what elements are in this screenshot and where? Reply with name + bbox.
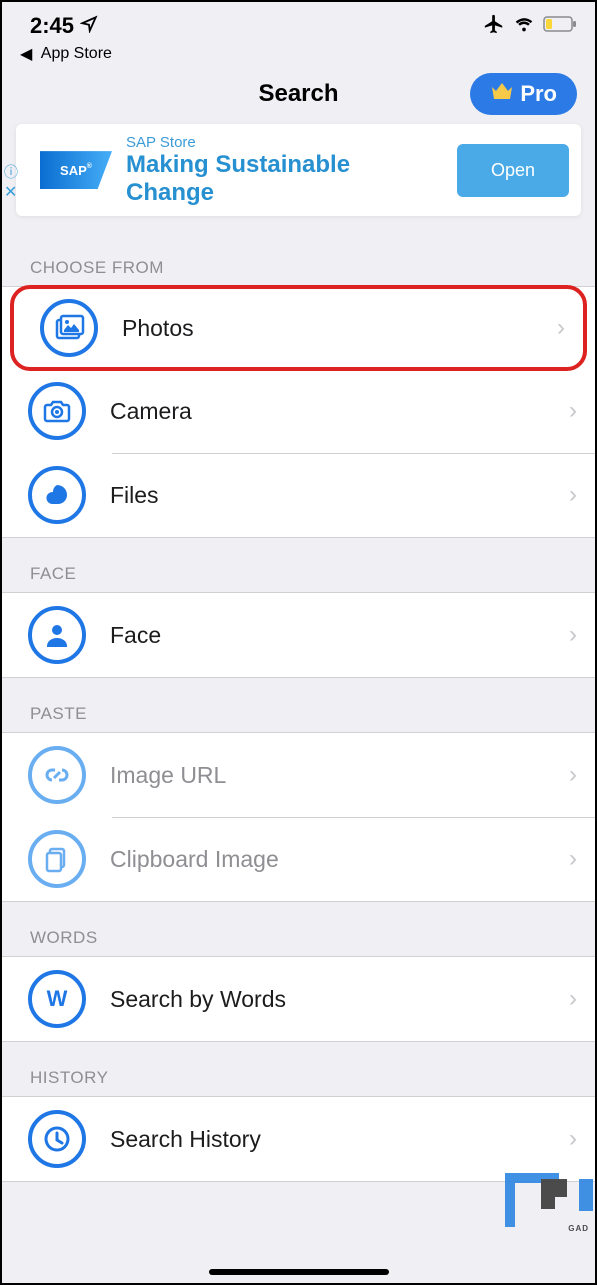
- row-face[interactable]: Face ›: [2, 593, 595, 677]
- row-files-label: Files: [110, 482, 545, 509]
- section-header-history: HISTORY: [2, 1042, 595, 1096]
- ad-open-button[interactable]: Open: [457, 144, 569, 197]
- chevron-right-icon: ›: [557, 314, 565, 342]
- chevron-right-icon: ›: [569, 621, 577, 649]
- chevron-right-icon: ›: [569, 761, 577, 789]
- sap-logo: SAP: [40, 151, 112, 189]
- location-icon: [80, 13, 98, 39]
- chevron-right-icon: ›: [569, 985, 577, 1013]
- clipboard-icon: [28, 830, 86, 888]
- pro-label: Pro: [520, 81, 557, 107]
- status-time: 2:45: [30, 13, 74, 39]
- row-files[interactable]: Files ›: [2, 453, 595, 537]
- list-group-face: Face ›: [2, 592, 595, 678]
- battery-icon: [543, 16, 577, 37]
- row-clipboard-image[interactable]: Clipboard Image ›: [2, 817, 595, 901]
- row-camera-label: Camera: [110, 398, 545, 425]
- list-group-paste: Image URL › Clipboard Image ›: [2, 732, 595, 902]
- row-camera[interactable]: Camera ›: [2, 369, 595, 453]
- ad-close-icon[interactable]: ✕: [4, 182, 17, 202]
- back-chevron-icon: ◀: [20, 44, 32, 64]
- face-icon: [28, 606, 86, 664]
- page-title: Search: [258, 80, 338, 108]
- home-indicator[interactable]: [209, 1269, 389, 1275]
- section-header-face: FACE: [2, 538, 595, 592]
- chevron-right-icon: ›: [569, 397, 577, 425]
- ad-headline: Making Sustainable Change: [126, 151, 443, 206]
- row-search-words-label: Search by Words: [110, 986, 545, 1013]
- highlight-annotation: Photos ›: [10, 285, 587, 371]
- back-to-app[interactable]: ◀ App Store: [2, 44, 595, 70]
- nav-bar: Search Pro: [2, 70, 595, 124]
- link-icon: [28, 746, 86, 804]
- photos-icon: [40, 299, 98, 357]
- svg-text:W: W: [47, 986, 68, 1011]
- section-header-words: WORDS: [2, 902, 595, 956]
- row-search-history-label: Search History: [110, 1126, 545, 1153]
- ad-banner[interactable]: ⓘ ✕ SAP SAP Store Making Sustainable Cha…: [16, 124, 581, 216]
- row-photos[interactable]: Photos ›: [14, 289, 583, 367]
- camera-icon: [28, 382, 86, 440]
- status-time-group: 2:45: [30, 13, 98, 39]
- chevron-right-icon: ›: [569, 481, 577, 509]
- section-header-paste: PASTE: [2, 678, 595, 732]
- words-icon: W: [28, 970, 86, 1028]
- row-photos-label: Photos: [122, 315, 533, 342]
- row-search-words[interactable]: W Search by Words ›: [2, 957, 595, 1041]
- row-search-history[interactable]: Search History ›: [2, 1097, 595, 1181]
- airplane-mode-icon: [483, 13, 505, 40]
- chevron-right-icon: ›: [569, 845, 577, 873]
- row-image-url[interactable]: Image URL ›: [2, 733, 595, 817]
- history-icon: [28, 1110, 86, 1168]
- ad-text: SAP Store Making Sustainable Change: [126, 134, 443, 206]
- status-right: [483, 13, 577, 40]
- back-app-label: App Store: [41, 45, 112, 63]
- pro-button[interactable]: Pro: [470, 73, 577, 115]
- row-image-url-label: Image URL: [110, 762, 545, 789]
- ad-info-icon[interactable]: ⓘ: [4, 162, 18, 182]
- files-icon: [28, 466, 86, 524]
- status-bar: 2:45: [2, 2, 595, 44]
- section-header-choose-from: CHOOSE FROM: [2, 232, 595, 286]
- ad-store-label: SAP Store: [126, 134, 443, 151]
- list-group-choose-from: Photos › Camera › Files ›: [2, 286, 595, 538]
- row-clipboard-label: Clipboard Image: [110, 846, 545, 873]
- chevron-right-icon: ›: [569, 1125, 577, 1153]
- crown-icon: [490, 81, 514, 107]
- row-face-label: Face: [110, 622, 545, 649]
- watermark: GAD: [505, 1173, 595, 1231]
- list-group-words: W Search by Words ›: [2, 956, 595, 1042]
- wifi-icon: [513, 14, 535, 39]
- list-group-history: Search History ›: [2, 1096, 595, 1182]
